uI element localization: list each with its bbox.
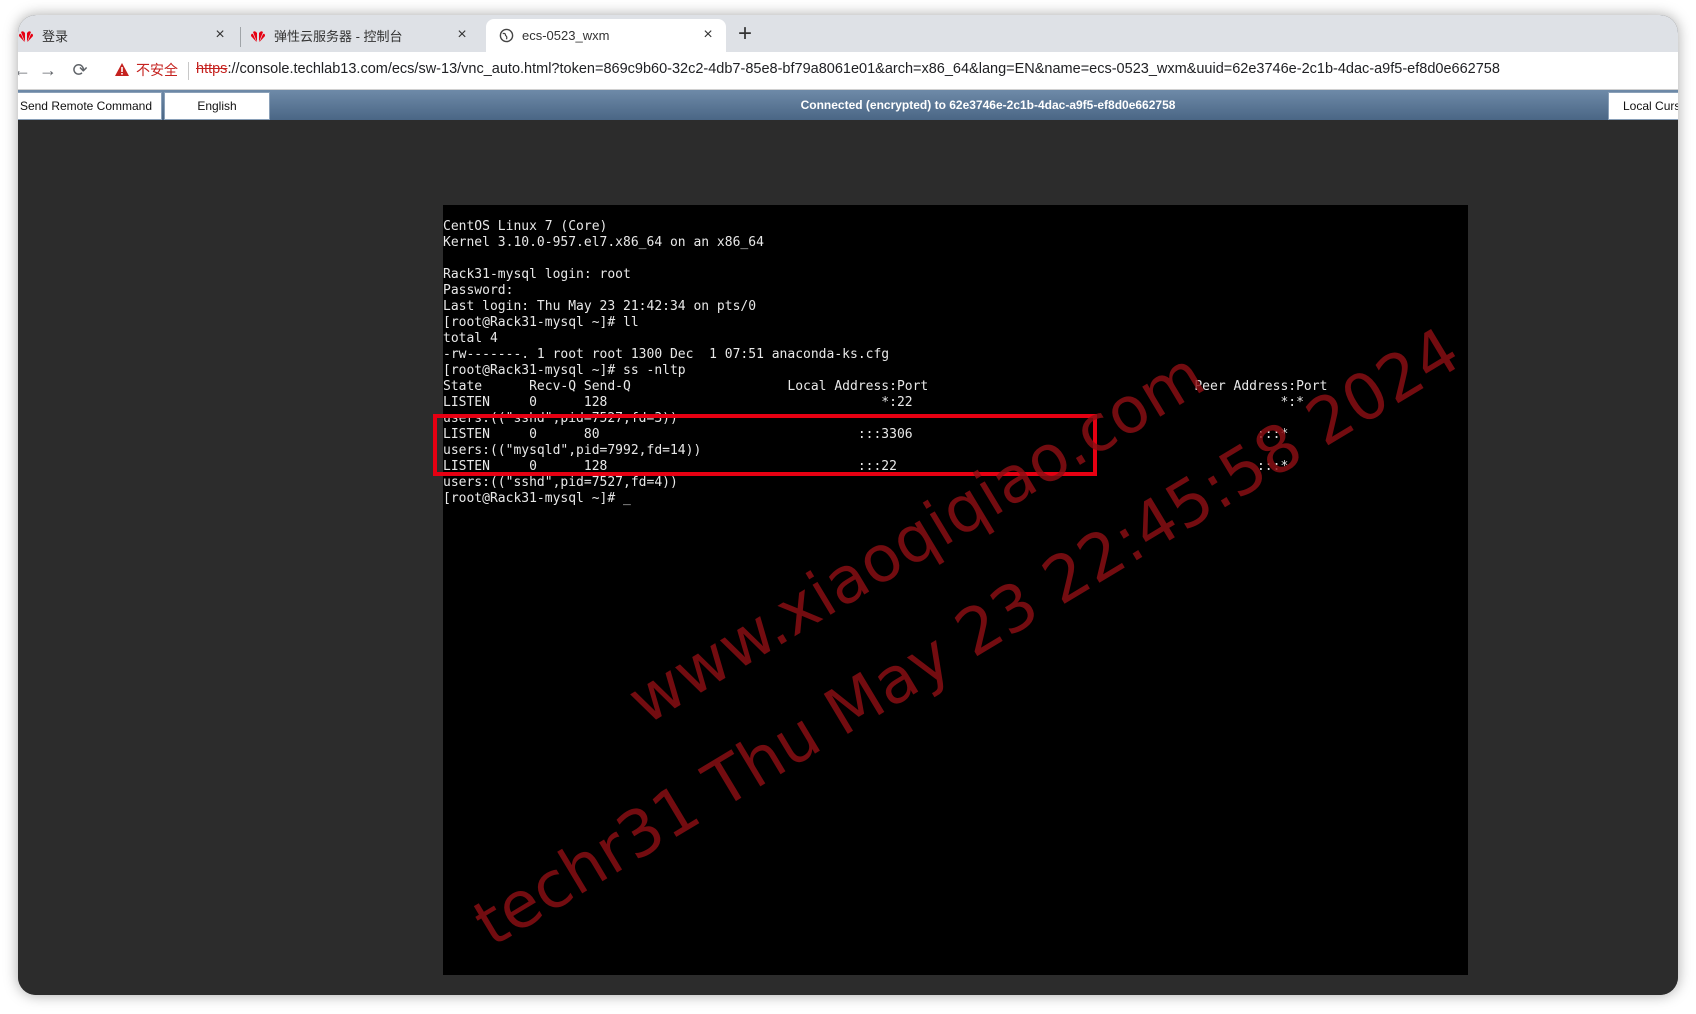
tab-title: ecs-0523_wxm	[522, 28, 610, 43]
tab-login[interactable]: 登录 ×	[18, 19, 238, 52]
back-icon[interactable]: ←	[18, 58, 34, 82]
url-rest: ://console.techlab13.com/ecs/sw-13/vnc_a…	[227, 61, 1500, 77]
console-line: CentOS Linux 7 (Core)	[443, 219, 608, 234]
close-icon[interactable]: ×	[698, 25, 718, 45]
warning-icon	[114, 62, 130, 78]
reload-icon[interactable]: ⟳	[68, 58, 92, 82]
console-line: [root@Rack31-mysql ~]# ll	[443, 315, 639, 330]
console-line: [root@Rack31-mysql ~]# ss -nltp	[443, 363, 686, 378]
console-line: LISTEN 0 128 *:22 *:*	[443, 395, 1304, 410]
address-toolbar: ← → ⟳ 不安全 https://console.techlab13.com/…	[18, 52, 1678, 90]
send-remote-command-button[interactable]: Send Remote Command	[18, 92, 162, 120]
tab-divider	[240, 27, 241, 47]
console-line: users:(("sshd",pid=7527,fd=4))	[443, 475, 678, 490]
globe-icon	[498, 28, 514, 44]
tab-strip: 登录 × 弹性云服务器 - 控制台 × ecs-0523_wxm × +	[18, 15, 1678, 52]
tab-vnc-active[interactable]: ecs-0523_wxm ×	[486, 19, 726, 52]
console-line: total 4	[443, 331, 498, 346]
vnc-console-screen[interactable]: CentOS Linux 7 (Core) Kernel 3.10.0-957.e…	[443, 205, 1468, 975]
forward-icon[interactable]: →	[36, 58, 60, 82]
vnc-toolbar: Send Remote Command English Connected (e…	[18, 90, 1678, 120]
url-field[interactable]: https://console.techlab13.com/ecs/sw-13/…	[196, 61, 1500, 77]
console-line: -rw-------. 1 root root 1300 Dec 1 07:51…	[443, 347, 890, 362]
console-line: [root@Rack31-mysql ~]# _	[443, 491, 631, 506]
security-indicator[interactable]: 不安全	[114, 60, 178, 80]
huawei-logo-icon	[250, 28, 266, 44]
language-button[interactable]: English	[164, 92, 270, 120]
console-line: Kernel 3.10.0-957.el7.x86_64 on an x86_6…	[443, 235, 764, 250]
local-cursor-button[interactable]: Local Cursor	[1608, 92, 1678, 120]
huawei-logo-icon	[18, 28, 34, 44]
tab-title: 登录	[42, 29, 69, 44]
close-icon[interactable]: ×	[210, 25, 230, 45]
console-line: State Recv-Q Send-Q Local Address:Port P…	[443, 379, 1328, 394]
url-scheme: https	[196, 61, 228, 77]
highlight-box	[433, 414, 1097, 476]
console-line: Password:	[443, 283, 514, 298]
security-label: 不安全	[136, 62, 178, 78]
url-divider	[188, 62, 189, 80]
close-icon[interactable]: ×	[452, 25, 472, 45]
tab-ecs-console[interactable]: 弹性云服务器 - 控制台 ×	[250, 19, 480, 52]
console-line: Last login: Thu May 23 21:42:34 on pts/0	[443, 299, 757, 314]
connection-status: Connected (encrypted) to 62e3746e-2c1b-4…	[800, 98, 1176, 112]
new-tab-button[interactable]: +	[732, 21, 758, 47]
tab-title: 弹性云服务器 - 控制台	[274, 29, 403, 44]
console-line: Rack31-mysql login: root	[443, 267, 631, 282]
browser-window: 登录 × 弹性云服务器 - 控制台 × ecs-0523_wxm × + ← →…	[18, 15, 1678, 995]
vnc-desktop: CentOS Linux 7 (Core) Kernel 3.10.0-957.e…	[18, 120, 1678, 995]
